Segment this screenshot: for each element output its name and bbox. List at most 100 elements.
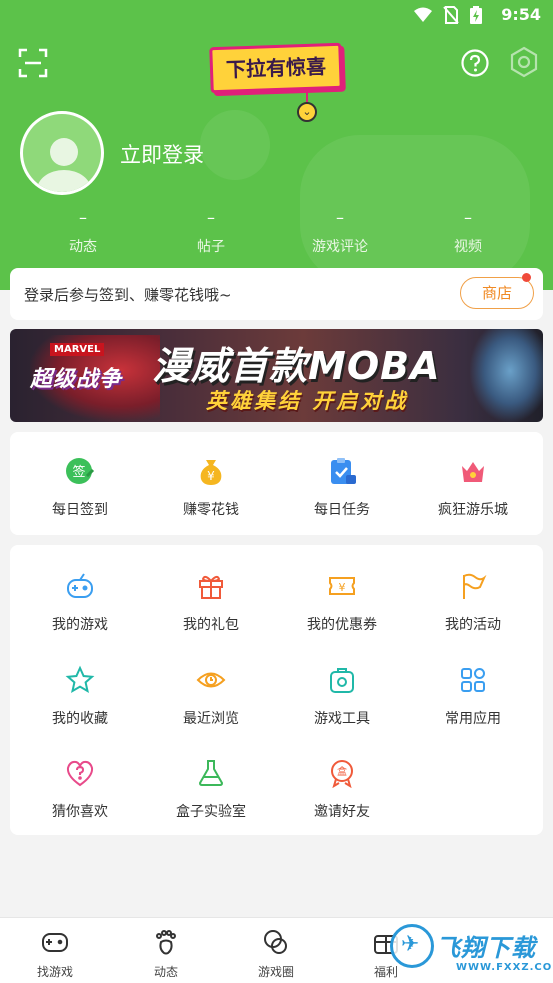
stat-label: 动态	[69, 239, 97, 255]
my-activities-button[interactable]: 我的活动	[413, 571, 533, 634]
nav-label: 游戏圈	[257, 965, 294, 979]
svg-text:¥: ¥	[339, 581, 346, 594]
stat-value: –	[336, 208, 344, 227]
signin-prompt-card[interactable]: 登录后参与签到、赚零花钱哦~ 商店	[10, 268, 543, 320]
invite-badge-icon: 盒	[331, 760, 353, 789]
gamepad-icon	[42, 933, 68, 952]
grid-label: 我的游戏	[52, 617, 108, 633]
checkin-icon: 签	[66, 458, 95, 484]
eye-clock-icon	[196, 672, 226, 688]
stat-moments[interactable]: – 动态	[38, 210, 128, 256]
grid-label: 猜你喜欢	[52, 804, 108, 820]
status-bar: 9:54	[0, 0, 553, 32]
watermark-url: WWW.FXXZ.COM	[456, 962, 553, 973]
toolbox-icon	[330, 668, 354, 693]
my-features-card: 我的游戏 我的礼包 ¥ 我的优惠券 我的活动 我的收藏 最近浏览 游戏工具 常用…	[10, 545, 543, 835]
apps-grid-icon	[461, 668, 485, 692]
watermark-title: 飞翔下载	[436, 934, 536, 962]
grid-label: 常用应用	[445, 711, 501, 727]
marvel-logo: MARVEL	[50, 343, 105, 356]
grid-label: 邀请好友	[314, 804, 370, 820]
circles-icon	[264, 930, 287, 954]
stat-label: 视频	[454, 239, 482, 255]
banner-title: 漫威首款MOBA	[152, 344, 441, 388]
grid-label: 最近浏览	[183, 711, 239, 727]
my-favorites-button[interactable]: 我的收藏	[20, 665, 140, 728]
grid-label: 游戏工具	[314, 711, 370, 727]
tab-find-games[interactable]: 找游戏	[15, 928, 95, 980]
common-apps-button[interactable]: 常用应用	[413, 665, 533, 728]
help-button[interactable]	[460, 48, 490, 78]
scan-icon	[18, 48, 48, 78]
thor-artwork	[470, 329, 543, 422]
shop-button[interactable]: 商店	[460, 277, 534, 309]
stat-value: –	[207, 208, 215, 227]
tab-game-circle[interactable]: 游戏圈	[236, 928, 316, 980]
gear-icon	[510, 46, 538, 78]
battery-charging-icon	[470, 6, 482, 24]
nav-label: 找游戏	[36, 965, 73, 979]
status-time: 9:54	[501, 5, 541, 24]
footprint-icon	[156, 930, 176, 955]
quick-label: 每日签到	[52, 502, 108, 518]
my-coupons-button[interactable]: ¥ 我的优惠券	[282, 571, 402, 634]
svg-text:盒: 盒	[337, 765, 347, 778]
pull-surprise-text: 下拉有惊喜	[225, 54, 327, 82]
tab-moments[interactable]: 动态	[126, 928, 206, 980]
game-tools-button[interactable]: 游戏工具	[282, 665, 402, 728]
stat-value: –	[464, 208, 472, 227]
recent-browsing-button[interactable]: 最近浏览	[151, 665, 271, 728]
question-icon	[461, 49, 489, 77]
no-sim-icon	[443, 6, 459, 24]
stat-label: 游戏评论	[312, 239, 368, 255]
earn-pocket-money-button[interactable]: ¥ 赚零花钱	[151, 456, 271, 519]
coupon-icon: ¥	[329, 577, 355, 595]
daily-tasks-button[interactable]: 每日任务	[282, 456, 402, 519]
quick-label: 疯狂游乐城	[438, 502, 508, 518]
grid-label: 我的活动	[445, 617, 501, 633]
flag-icon	[463, 573, 487, 599]
stat-game-reviews[interactable]: – 游戏评论	[295, 210, 385, 256]
watermark-logo-icon: ✈	[390, 924, 434, 968]
quick-actions-card: 签 每日签到 ¥ 赚零花钱 每日任务 疯狂游乐城	[10, 432, 543, 535]
quick-label: 赚零花钱	[183, 502, 239, 518]
gift-icon	[199, 575, 223, 599]
login-button[interactable]: 立即登录	[120, 139, 204, 169]
grid-label: 我的收藏	[52, 711, 108, 727]
chevron-down-icon[interactable]: ⌄	[297, 102, 317, 122]
grid-label: 我的优惠券	[307, 617, 377, 633]
banner-subtitle: 英雄集结 开启对战	[206, 389, 409, 413]
money-bag-icon: ¥	[200, 460, 222, 485]
my-gift-packs-button[interactable]: 我的礼包	[151, 571, 271, 634]
promo-banner[interactable]: MARVEL 超级战争 漫威首款MOBA 英雄集结 开启对战	[10, 329, 543, 422]
flask-icon	[198, 760, 224, 786]
invite-friends-button[interactable]: 盒 邀请好友	[282, 758, 402, 821]
daily-checkin-button[interactable]: 签 每日签到	[20, 456, 140, 519]
grid-label: 盒子实验室	[176, 804, 246, 820]
pull-surprise-banner[interactable]: 下拉有惊喜	[209, 42, 343, 95]
game-name: 超级战争	[30, 367, 123, 392]
notification-dot	[522, 273, 531, 282]
my-games-button[interactable]: 我的游戏	[20, 571, 140, 634]
stat-label: 帖子	[197, 239, 225, 255]
stat-videos[interactable]: – 视频	[423, 210, 513, 256]
grid-label: 我的礼包	[183, 617, 239, 633]
nav-label: 动态	[153, 965, 178, 979]
svg-text:¥: ¥	[207, 469, 215, 483]
settings-button[interactable]	[508, 46, 540, 78]
task-clipboard-icon	[331, 458, 356, 484]
scan-button[interactable]	[18, 48, 48, 78]
signin-prompt-text: 登录后参与签到、赚零花钱哦~	[24, 286, 232, 304]
heart-question-icon	[66, 760, 94, 787]
stat-posts[interactable]: – 帖子	[166, 210, 256, 256]
avatar[interactable]	[20, 111, 104, 195]
box-lab-button[interactable]: 盒子实验室	[151, 758, 271, 821]
wifi-icon	[414, 7, 432, 22]
status-icons	[413, 5, 483, 25]
guess-you-like-button[interactable]: 猜你喜欢	[20, 758, 140, 821]
gamepad-icon	[67, 573, 93, 598]
quick-label: 每日任务	[314, 502, 370, 518]
svg-text:签: 签	[72, 464, 85, 480]
crazy-playground-button[interactable]: 疯狂游乐城	[413, 456, 533, 519]
star-icon	[65, 665, 95, 694]
